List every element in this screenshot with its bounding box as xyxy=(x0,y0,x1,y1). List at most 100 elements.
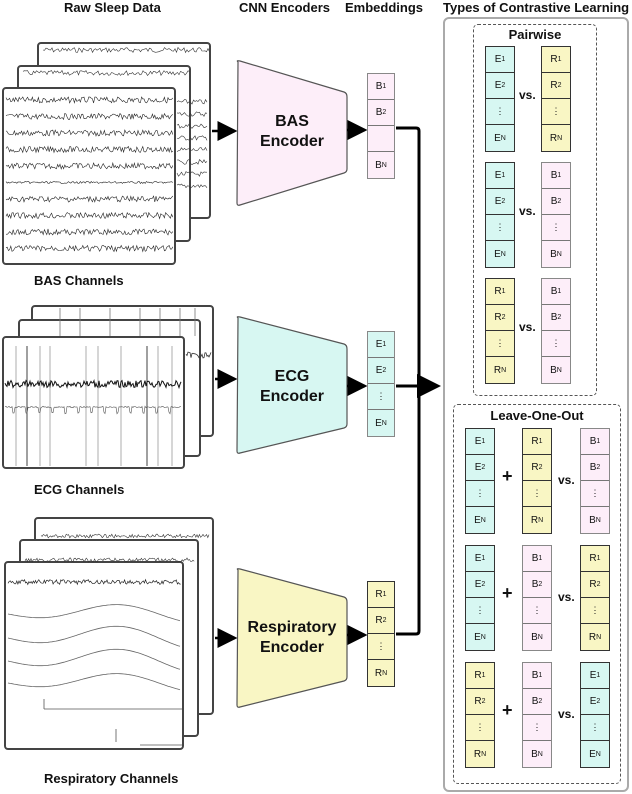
embedding-column-e: E 1 E 2 ⋮ E N xyxy=(465,428,495,534)
bas-merge-line xyxy=(396,126,421,384)
embedding-cell: ⋮ xyxy=(466,715,494,741)
embedding-cell: ⋮ xyxy=(523,481,551,507)
embedding-cell: RN xyxy=(473,748,487,760)
embedding-cell: B2 xyxy=(542,189,570,215)
vs-label: vs. xyxy=(558,590,575,604)
embedding-cell: ⋮ xyxy=(486,215,514,241)
embedding-cell: RN xyxy=(588,631,602,643)
embedding-cell: B1 xyxy=(542,279,570,305)
embedding-cell: EN xyxy=(589,748,601,760)
embedding-cell: ⋮ xyxy=(542,331,570,357)
embedding-column-b: B 1 B 2 ⋮ B N xyxy=(541,162,571,268)
ecg-encoder-line1: ECG xyxy=(274,368,310,385)
resp-sheet-front xyxy=(4,561,184,750)
plus-label: + xyxy=(502,466,513,486)
embedding-cell: E1 xyxy=(368,332,394,358)
embedding-column-b: B 1 B 2 ⋮ B N xyxy=(580,428,610,534)
embedding-cell: B1 xyxy=(368,74,394,100)
embedding-cell: EN xyxy=(375,417,387,429)
vs-label: vs. xyxy=(558,473,575,487)
bas-channels-label: BAS Channels xyxy=(34,273,124,288)
pairwise-title: Pairwise xyxy=(508,27,562,42)
embedding-cell: R1 xyxy=(542,47,570,73)
embedding-cell: BN xyxy=(531,631,543,643)
embedding-cell: R1 xyxy=(466,663,494,689)
embedding-column-r: R 1 R 2 ⋮ R N xyxy=(465,662,495,768)
embedding-cell: B2 xyxy=(368,100,394,126)
embedding-cell: ⋮ xyxy=(466,598,494,624)
bas-encoder-label: BAS Encoder xyxy=(240,112,344,152)
embedding-cell: RN xyxy=(374,667,388,679)
embedding-cell: E1 xyxy=(486,163,514,189)
bas-encoder-line1: BAS xyxy=(275,113,309,130)
embedding-column-b: B 1 B 2 ⋮ B N xyxy=(522,545,552,651)
embedding-cell: RN xyxy=(530,514,544,526)
embedding-cell: ⋮ xyxy=(523,715,551,741)
resp-encoder-line1: Respiratory xyxy=(247,619,337,636)
embedding-cell: EN xyxy=(494,132,506,144)
embedding-cell: BN xyxy=(589,514,601,526)
embedding-cell: B2 xyxy=(523,572,551,598)
embedding-cell: R1 xyxy=(368,582,394,608)
embedding-cell: E1 xyxy=(581,663,609,689)
embedding-cell: B1 xyxy=(523,546,551,572)
embedding-cell xyxy=(368,126,394,152)
embedding-cell: B1 xyxy=(542,163,570,189)
embedding-cell: E1 xyxy=(466,429,494,455)
embedding-cell: ⋮ xyxy=(523,598,551,624)
ecg-signal-stack xyxy=(2,305,214,469)
embedding-cell: ⋮ xyxy=(486,331,514,357)
leave-one-out-title: Leave-One-Out xyxy=(490,408,584,423)
embedding-cell: ⋮ xyxy=(486,99,514,125)
embedding-cell: ⋮ xyxy=(542,99,570,125)
embedding-cell: BN xyxy=(550,248,562,260)
resp-embedding-column: R 1 R 2 ⋮ R N xyxy=(367,581,395,687)
resp-merge-line xyxy=(396,386,421,636)
embedding-cell: B2 xyxy=(523,689,551,715)
embedding-cell: E2 xyxy=(486,73,514,99)
ecg-channels-label: ECG Channels xyxy=(34,482,125,497)
embedding-cell: R1 xyxy=(486,279,514,305)
embedding-column-b: B 1 B 2 ⋮ B N xyxy=(541,278,571,384)
resp-signal-stack xyxy=(4,517,214,750)
embedding-column-e: E 1 E 2 ⋮ E N xyxy=(485,162,515,268)
embedding-cell: BN xyxy=(550,364,562,376)
ecg-encoder-line2: Encoder xyxy=(259,388,324,405)
embedding-cell: ⋮ xyxy=(368,384,394,410)
embedding-cell: ⋮ xyxy=(581,598,609,624)
embedding-cell: ⋮ xyxy=(581,481,609,507)
embedding-cell: R1 xyxy=(581,546,609,572)
vs-label: vs. xyxy=(519,320,536,334)
embedding-cell: BN xyxy=(531,748,543,760)
embedding-cell: RN xyxy=(549,132,563,144)
embedding-column-e: E 1 E 2 ⋮ E N xyxy=(465,545,495,651)
embedding-cell: B2 xyxy=(581,455,609,481)
vs-label: vs. xyxy=(558,707,575,721)
embedding-cell: ⋮ xyxy=(542,215,570,241)
embedding-cell: R2 xyxy=(542,73,570,99)
embedding-column-e: E 1 E 2 ⋮ E N xyxy=(580,662,610,768)
embedding-cell: RN xyxy=(493,364,507,376)
embedding-cell: EN xyxy=(474,514,486,526)
embedding-cell: E1 xyxy=(486,47,514,73)
embedding-cell: R2 xyxy=(466,689,494,715)
embedding-cell: ⋮ xyxy=(581,715,609,741)
embedding-cell: R2 xyxy=(523,455,551,481)
embedding-cell: R2 xyxy=(486,305,514,331)
embedding-cell: ⋮ xyxy=(466,481,494,507)
embedding-column-r: R 1 R 2 ⋮ R N xyxy=(485,278,515,384)
embedding-cell: R1 xyxy=(523,429,551,455)
ecg-embedding-column: E 1 E 2 ⋮ E N xyxy=(367,331,395,437)
ecg-sheet-front xyxy=(2,336,185,469)
embedding-cell: R2 xyxy=(581,572,609,598)
embedding-cell: E2 xyxy=(581,689,609,715)
embedding-column-e: E 1 E 2 ⋮ E N xyxy=(485,46,515,152)
resp-channels-label: Respiratory Channels xyxy=(44,771,179,786)
embedding-cell: B1 xyxy=(581,429,609,455)
embedding-cell: EN xyxy=(474,631,486,643)
embedding-cell: E1 xyxy=(466,546,494,572)
resp-encoder-label: Respiratory Encoder xyxy=(238,618,346,658)
embedding-cell: R2 xyxy=(368,608,394,634)
resp-encoder-line2: Encoder xyxy=(259,639,324,656)
embedding-column-b: B 1 B 2 ⋮ B N xyxy=(522,662,552,768)
